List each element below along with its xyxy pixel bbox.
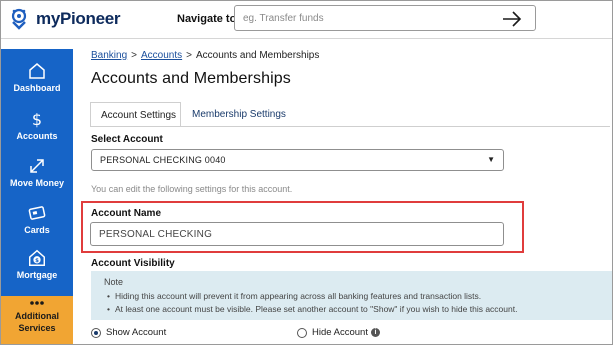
show-account-radio[interactable] <box>91 327 101 338</box>
sidebar-item-additional-services[interactable]: Additional Services <box>1 296 73 344</box>
brand-logo[interactable]: myPioneer <box>11 8 121 30</box>
note-line: Hiding this account will prevent it from… <box>107 291 481 301</box>
note-line: At least one account must be visible. Pl… <box>107 304 517 314</box>
top-bar: myPioneer Navigate to <box>1 1 612 39</box>
sidebar-item-label: Dashboard <box>13 83 61 93</box>
pioneer-logo-icon <box>11 8 27 30</box>
more-dots-icon <box>30 301 44 305</box>
brand-name: myPioneer <box>36 9 121 28</box>
hide-account-option[interactable]: Hide Account i <box>297 327 380 338</box>
page-title: Accounts and Memberships <box>91 70 291 87</box>
breadcrumb: Banking > Accounts > Accounts and Membership… <box>91 50 319 61</box>
sidebar-item-cards[interactable]: Cards <box>1 203 73 251</box>
breadcrumb-banking[interactable]: Banking <box>91 50 127 61</box>
sidebar: Dashboard $ Accounts Move Money Cards $ … <box>1 49 73 344</box>
hide-account-label: Hide Account <box>312 327 368 338</box>
note-title: Note <box>104 277 124 287</box>
sidebar-item-label-line1: Additional <box>15 311 59 321</box>
home-icon <box>29 63 45 79</box>
account-name-field[interactable] <box>90 222 504 246</box>
sidebar-item-label: Accounts <box>16 131 58 141</box>
dropdown-caret-icon: ▼ <box>487 155 495 164</box>
sidebar-item-label: Move Money <box>9 178 64 188</box>
sidebar-item-label: Cards <box>24 225 50 235</box>
hide-account-radio[interactable] <box>297 327 307 338</box>
navigate-to-label: Navigate to <box>177 13 237 25</box>
breadcrumb-accounts[interactable]: Accounts <box>141 50 182 61</box>
house-dollar-icon: $ <box>29 249 45 266</box>
sidebar-item-label-line2: Services <box>18 323 56 333</box>
sidebar-item-accounts[interactable]: $ Accounts <box>1 109 73 157</box>
visibility-note: Note Hiding this account will prevent it… <box>91 271 612 320</box>
svg-text:$: $ <box>35 258 39 264</box>
show-account-label: Show Account <box>106 327 167 338</box>
account-name-label: Account Name <box>91 208 162 219</box>
sidebar-item-dashboard[interactable]: Dashboard <box>1 61 73 109</box>
account-select-value: PERSONAL CHECKING 0040 <box>100 155 226 165</box>
svg-text:$: $ <box>32 110 42 129</box>
breadcrumb-separator: > <box>131 50 137 61</box>
sidebar-item-label: Mortgage <box>16 270 58 280</box>
navigate-search-input[interactable] <box>243 11 493 26</box>
tab-membership-settings[interactable]: Membership Settings <box>182 102 296 127</box>
tab-divider <box>90 126 610 127</box>
show-account-option[interactable]: Show Account <box>91 327 166 338</box>
app-window: myPioneer Navigate to Dashboard $ Accoun… <box>0 0 613 345</box>
info-icon[interactable]: i <box>370 328 380 337</box>
account-visibility-label: Account Visibility <box>91 258 175 269</box>
account-select[interactable]: PERSONAL CHECKING 0040 ▼ <box>91 149 504 171</box>
sidebar-item-move-money[interactable]: Move Money <box>1 156 73 204</box>
tab-account-settings[interactable]: Account Settings <box>90 102 181 127</box>
breadcrumb-current: Accounts and Memberships <box>195 50 320 61</box>
arrows-diagonal-icon <box>30 159 44 173</box>
arrow-right-icon[interactable] <box>501 10 523 28</box>
sidebar-item-mortgage[interactable]: $ Mortgage <box>1 248 73 296</box>
dollar-icon: $ <box>32 110 42 129</box>
select-account-label: Select Account <box>91 134 163 145</box>
card-icon <box>28 206 46 220</box>
navigate-search-box[interactable] <box>234 5 536 31</box>
edit-hint-text: You can edit the following settings for … <box>91 184 293 194</box>
breadcrumb-separator: > <box>186 50 192 61</box>
